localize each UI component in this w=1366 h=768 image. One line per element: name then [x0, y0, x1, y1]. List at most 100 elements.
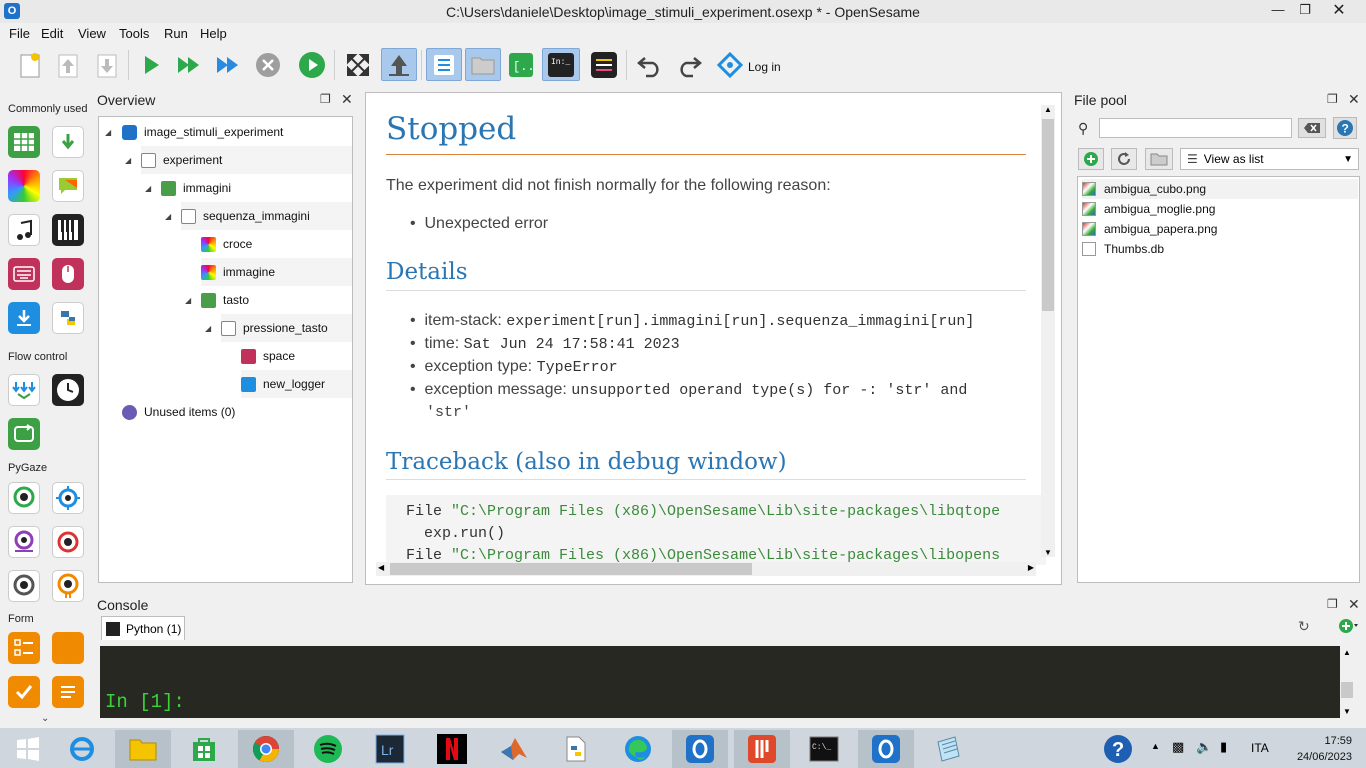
- console-output[interactable]: In [1]:: [100, 646, 1340, 718]
- file-pool-toggle-icon[interactable]: [465, 48, 501, 81]
- expand-arrow-icon[interactable]: ◢: [165, 212, 171, 221]
- feedback-item-icon[interactable]: [52, 170, 84, 202]
- scroll-thumb[interactable]: [1341, 682, 1353, 698]
- chrome-icon[interactable]: [238, 730, 294, 768]
- loop-item-icon[interactable]: [8, 126, 40, 158]
- language-indicator[interactable]: ITA: [1251, 741, 1269, 755]
- restart-console-icon[interactable]: ↻: [1298, 618, 1310, 635]
- new-file-icon[interactable]: [14, 48, 46, 81]
- expand-arrow-icon[interactable]: ◢: [145, 184, 151, 193]
- keyboard-response-item-icon[interactable]: [8, 258, 40, 290]
- menu-edit[interactable]: Edit: [41, 26, 63, 41]
- add-console-icon[interactable]: [1338, 618, 1360, 637]
- file-explorer-icon[interactable]: [115, 730, 171, 768]
- pygaze-stop-recording-icon[interactable]: [8, 570, 40, 602]
- console-scrollbar[interactable]: ▲ ▼: [1340, 646, 1354, 718]
- sketchpad-item-icon[interactable]: [8, 170, 40, 202]
- minimize-icon[interactable]: —: [1263, 2, 1293, 20]
- opensesame-window-icon[interactable]: [858, 730, 914, 768]
- pygaze-init-icon[interactable]: [8, 482, 40, 514]
- console-float-icon[interactable]: ❐: [1327, 597, 1338, 611]
- repeat-cycle-item-icon[interactable]: [8, 374, 40, 406]
- scroll-left-icon[interactable]: ◀: [378, 563, 384, 572]
- overview-float-icon[interactable]: ❐: [320, 92, 331, 106]
- refresh-icon[interactable]: [1111, 148, 1137, 170]
- tree-item-croce[interactable]: croce: [201, 230, 352, 258]
- store-icon[interactable]: [176, 730, 232, 768]
- form-text-display-icon[interactable]: [52, 676, 84, 708]
- save-file-icon[interactable]: [91, 48, 123, 81]
- scroll-down-icon[interactable]: ▼: [1343, 707, 1351, 716]
- sequence-item-icon[interactable]: [52, 126, 84, 158]
- pygaze-wait-icon[interactable]: [52, 570, 84, 602]
- system-clock[interactable]: 17:59 24/06/2023: [1297, 733, 1352, 765]
- tree-item-root[interactable]: image_stimuli_experiment: [122, 118, 352, 146]
- tree-item-space[interactable]: space: [241, 342, 352, 370]
- synth-item-icon[interactable]: [52, 214, 84, 246]
- scroll-thumb[interactable]: [390, 563, 752, 575]
- more-chevron-icon[interactable]: ⌄: [41, 713, 49, 724]
- internet-explorer-icon[interactable]: [54, 730, 110, 768]
- matlab-icon[interactable]: [486, 730, 542, 768]
- login-label[interactable]: Log in: [748, 60, 781, 74]
- overview-close-icon[interactable]: ✕: [341, 91, 353, 108]
- run-in-window-icon[interactable]: [212, 48, 244, 81]
- menu-help[interactable]: Help: [200, 26, 227, 41]
- tree-item-immagini[interactable]: immagini: [161, 174, 352, 202]
- pygaze-log-icon[interactable]: [8, 526, 40, 558]
- run-icon[interactable]: [135, 48, 167, 81]
- form-base-icon[interactable]: [52, 632, 84, 664]
- expand-arrow-icon[interactable]: ◢: [125, 156, 131, 165]
- clear-search-icon[interactable]: [1298, 118, 1326, 138]
- file-item[interactable]: ambigua_papera.png: [1082, 219, 1358, 239]
- start-icon[interactable]: [0, 730, 56, 768]
- redo-icon[interactable]: [673, 48, 705, 81]
- view-mode-select[interactable]: ☰ View as list ▼: [1180, 148, 1359, 170]
- file-pool-search-input[interactable]: [1099, 118, 1292, 138]
- file-pool-close-icon[interactable]: ✕: [1348, 91, 1360, 108]
- volume-icon[interactable]: 🔈: [1196, 739, 1212, 755]
- logger-item-icon[interactable]: [8, 302, 40, 334]
- collapse-icon[interactable]: [381, 48, 417, 81]
- tree-item-experiment[interactable]: experiment: [141, 146, 352, 174]
- tab-python-console[interactable]: Python (1): [101, 616, 185, 640]
- console-toggle-icon[interactable]: In:_: [542, 48, 580, 81]
- variable-inspector-icon[interactable]: [..]: [505, 48, 537, 81]
- extension-manager-icon[interactable]: [588, 48, 620, 81]
- add-file-icon[interactable]: [1078, 148, 1104, 170]
- tree-item-new-logger[interactable]: new_logger: [241, 370, 352, 398]
- run-green-icon[interactable]: [296, 48, 328, 81]
- inline-script-item-icon[interactable]: [52, 302, 84, 334]
- spotify-icon[interactable]: [300, 730, 356, 768]
- tree-item-unused[interactable]: Unused items (0): [122, 398, 352, 426]
- scroll-up-icon[interactable]: ▲: [1343, 648, 1351, 657]
- form-consent-icon[interactable]: [8, 676, 40, 708]
- undo-icon[interactable]: [634, 48, 666, 81]
- file-pool-float-icon[interactable]: ❐: [1327, 92, 1338, 106]
- report-vertical-scrollbar[interactable]: ▲ ▼: [1041, 105, 1055, 557]
- file-item[interactable]: ambigua_cubo.png: [1082, 179, 1358, 199]
- menu-tools[interactable]: Tools: [119, 26, 149, 41]
- acrobat-icon[interactable]: [734, 730, 790, 768]
- pygaze-drift-correct-icon[interactable]: [52, 482, 84, 514]
- expand-arrow-icon[interactable]: ◢: [105, 128, 111, 137]
- pygaze-start-recording-icon[interactable]: [52, 526, 84, 558]
- kill-icon[interactable]: [252, 48, 284, 81]
- open-file-icon[interactable]: [52, 48, 84, 81]
- opensesame-taskbar-icon[interactable]: [672, 730, 728, 768]
- expand-arrow-icon[interactable]: ◢: [185, 296, 191, 305]
- advanced-delay-item-icon[interactable]: [52, 374, 84, 406]
- tray-chevron-icon[interactable]: ▲: [1151, 741, 1160, 751]
- file-item[interactable]: Thumbs.db: [1082, 239, 1358, 259]
- login-icon[interactable]: [714, 48, 746, 81]
- open-folder-icon[interactable]: [1145, 148, 1173, 170]
- lightroom-icon[interactable]: Lr: [362, 730, 418, 768]
- battery-icon[interactable]: ▮: [1220, 739, 1227, 755]
- restore-icon[interactable]: ❐: [1290, 2, 1320, 20]
- menu-file[interactable]: File: [9, 26, 30, 41]
- tree-item-tasto[interactable]: tasto: [201, 286, 352, 314]
- scroll-up-icon[interactable]: ▲: [1044, 105, 1052, 114]
- loop-control-item-icon[interactable]: [8, 418, 40, 450]
- python-file-icon[interactable]: [548, 730, 604, 768]
- fullscreen-icon[interactable]: [342, 48, 374, 81]
